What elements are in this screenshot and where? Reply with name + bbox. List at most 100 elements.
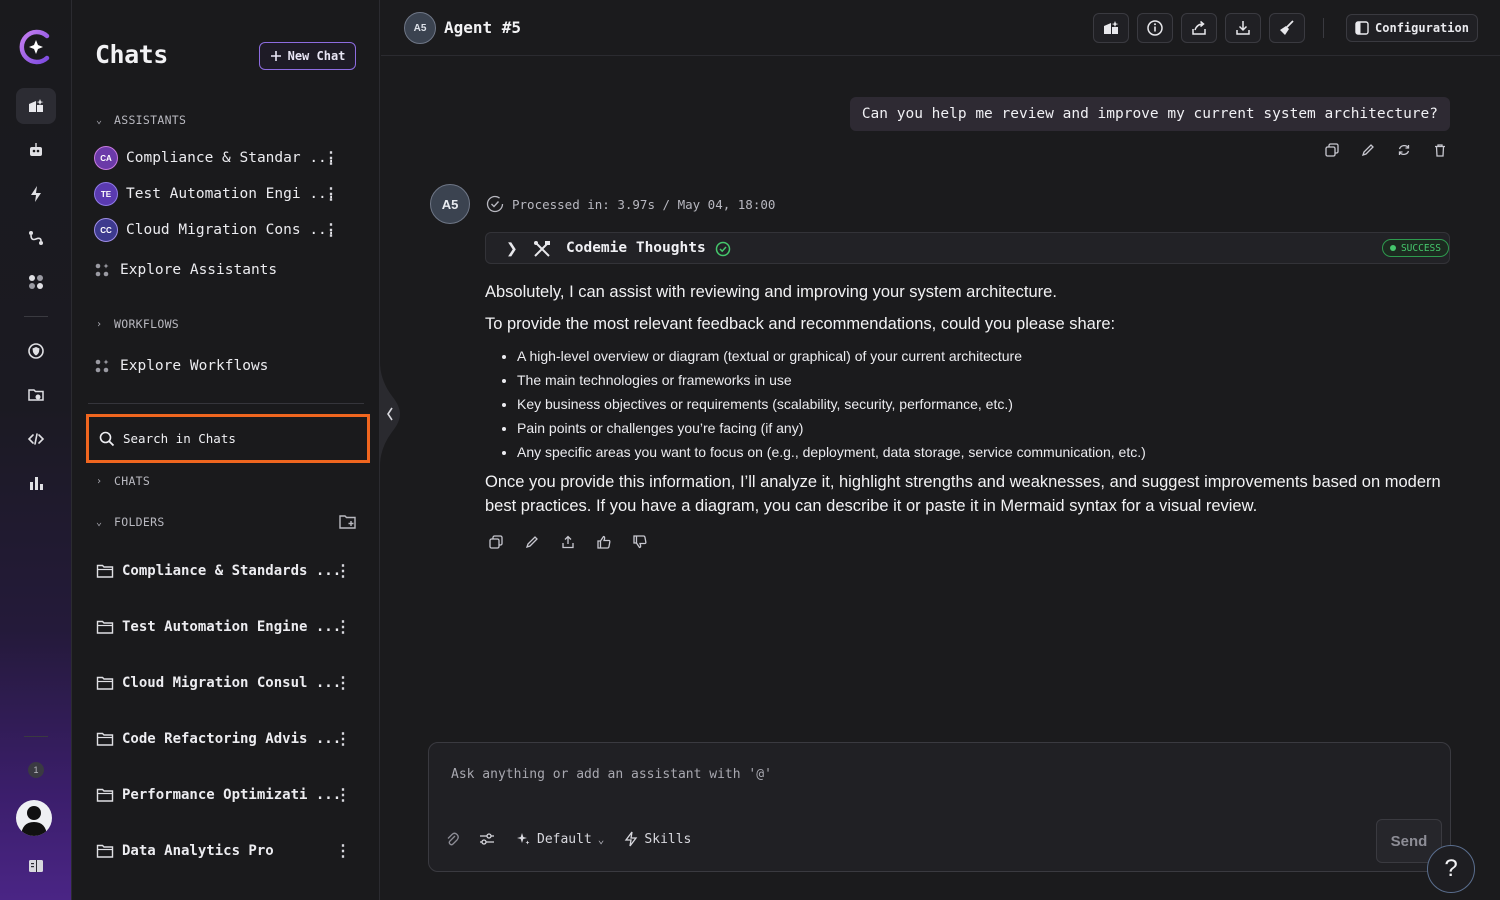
- assistant-item[interactable]: TE Test Automation Engi ... ⋮: [94, 180, 356, 208]
- docs-nav-icon[interactable]: [16, 848, 56, 884]
- attach-button[interactable]: [445, 831, 459, 847]
- export-icon[interactable]: [559, 533, 577, 551]
- reply-bullet-list: A high-level overview or diagram (textua…: [485, 344, 1450, 464]
- check-circle-icon: [486, 195, 504, 213]
- apps-grid-icon: [95, 263, 109, 277]
- thoughts-panel[interactable]: ❯ Codemie Thoughts SUCCESS: [485, 232, 1450, 264]
- workflows-nav-icon[interactable]: [16, 176, 56, 212]
- share-button[interactable]: [1181, 13, 1217, 43]
- kebab-menu-icon[interactable]: ⋮: [334, 560, 352, 582]
- copy-icon[interactable]: [1323, 141, 1341, 159]
- assistants-section-toggle[interactable]: ⌄ ASSISTANTS: [96, 113, 186, 127]
- status-dot: [1389, 245, 1396, 251]
- reply-actions: [487, 533, 649, 551]
- notification-badge[interactable]: 1: [28, 762, 44, 778]
- kebab-menu-icon[interactable]: ⋮: [334, 728, 352, 750]
- folder-name: Data Analytics Pro: [122, 843, 274, 859]
- data-sources-nav-icon[interactable]: [16, 377, 56, 413]
- configuration-button[interactable]: Configuration: [1346, 14, 1478, 42]
- assistants-nav-icon[interactable]: [16, 132, 56, 168]
- processed-info: Processed in: 3.97s / May 04, 18:00: [486, 195, 775, 213]
- user-avatar[interactable]: [16, 800, 52, 836]
- add-assistant-button[interactable]: [1093, 13, 1129, 43]
- code-nav-icon[interactable]: [16, 421, 56, 457]
- thumbs-down-icon[interactable]: [631, 533, 649, 551]
- workflows-section-toggle[interactable]: › WORKFLOWS: [96, 317, 179, 331]
- agent-name: Agent #5: [444, 18, 522, 37]
- assistant-item[interactable]: CA Compliance & Standar ... ⋮: [94, 144, 356, 172]
- kebab-menu-icon[interactable]: ⋮: [322, 147, 340, 169]
- model-selector[interactable]: Default ⌄: [515, 831, 604, 847]
- reply-paragraph: Once you provide this information, I’ll …: [485, 473, 1441, 515]
- explore-assistants-link[interactable]: Explore Assistants: [94, 262, 277, 278]
- kebab-menu-icon[interactable]: ⋮: [334, 672, 352, 694]
- assistant-name: Test Automation Engi ...: [126, 186, 336, 202]
- search-in-chats-button[interactable]: Search in Chats: [86, 414, 370, 463]
- kebab-menu-icon[interactable]: ⋮: [334, 784, 352, 806]
- folder-item[interactable]: Cloud Migration Consul ... ⋮: [96, 671, 360, 695]
- folder-icon: [96, 564, 114, 578]
- list-item: Any specific areas you want to focus on …: [517, 440, 1450, 464]
- chats-heading: CHATS: [114, 474, 151, 488]
- new-chat-button[interactable]: New Chat: [259, 42, 356, 70]
- chat-main: A5 Agent #5 Configuration Can you help m…: [381, 0, 1500, 900]
- folder-item[interactable]: Data Analytics Pro ⋮: [96, 839, 360, 863]
- folder-item[interactable]: Compliance & Standards ... ⋮: [96, 559, 360, 583]
- kebab-menu-icon[interactable]: ⋮: [322, 183, 340, 205]
- folders-heading: FOLDERS: [114, 515, 165, 529]
- assistant-name: Cloud Migration Cons ...: [126, 222, 336, 238]
- folder-item[interactable]: Test Automation Engine ... ⋮: [96, 615, 360, 639]
- folders-section-toggle[interactable]: ⌄ FOLDERS: [96, 515, 165, 529]
- message-input[interactable]: Ask anything or add an assistant with '@…: [451, 767, 772, 782]
- edit-icon[interactable]: [1359, 141, 1377, 159]
- kebab-menu-icon[interactable]: ⋮: [334, 840, 352, 862]
- regenerate-icon[interactable]: [1395, 141, 1413, 159]
- chat-header: A5 Agent #5 Configuration: [381, 0, 1500, 56]
- folder-name: Test Automation Engine ...: [122, 619, 342, 635]
- folder-icon: [96, 620, 114, 634]
- apps-nav-icon[interactable]: [16, 264, 56, 300]
- chats-sidebar: Chats New Chat ⌄ ASSISTANTS CA Complianc…: [72, 0, 380, 900]
- codemie-logo-icon[interactable]: [16, 27, 56, 67]
- chevron-down-icon: ⌄: [96, 516, 103, 528]
- new-folder-icon[interactable]: [338, 513, 358, 531]
- folder-item[interactable]: Code Refactoring Advis ... ⋮: [96, 727, 360, 751]
- agent-avatar: A5: [404, 12, 436, 44]
- skills-button[interactable]: Skills: [624, 831, 691, 847]
- help-button[interactable]: ?: [1427, 845, 1475, 893]
- message-composer[interactable]: Ask anything or add an assistant with '@…: [428, 742, 1451, 872]
- thoughts-label: Codemie Thoughts: [566, 240, 706, 256]
- download-button[interactable]: [1225, 13, 1261, 43]
- delete-icon[interactable]: [1431, 141, 1449, 159]
- bot-avatar: A5: [430, 184, 470, 224]
- kebab-menu-icon[interactable]: ⋮: [334, 616, 352, 638]
- share-icon: [1192, 20, 1206, 35]
- kebab-menu-icon[interactable]: ⋮: [322, 219, 340, 241]
- folder-item[interactable]: Performance Optimizati ... ⋮: [96, 783, 360, 807]
- clear-chat-button[interactable]: [1269, 13, 1305, 43]
- chats-section-toggle[interactable]: › CHATS: [96, 474, 150, 488]
- skills-label: Skills: [644, 831, 692, 847]
- analytics-nav-icon[interactable]: [16, 465, 56, 501]
- status-text: SUCCESS: [1400, 242, 1441, 254]
- explore-workflows-label: Explore Workflows: [120, 358, 269, 374]
- new-chat-label: New Chat: [287, 49, 346, 63]
- collapse-sidebar-handle[interactable]: [380, 362, 402, 466]
- explore-workflows-link[interactable]: Explore Workflows: [94, 358, 268, 374]
- integrations-nav-icon[interactable]: [16, 220, 56, 256]
- info-button[interactable]: [1137, 13, 1173, 43]
- info-icon: [1147, 20, 1163, 36]
- shield-nav-icon[interactable]: [16, 333, 56, 369]
- tools-icon: [534, 241, 550, 257]
- plus-icon: [270, 51, 281, 61]
- chevron-right-icon[interactable]: ❯: [506, 240, 518, 257]
- assistant-item[interactable]: CC Cloud Migration Cons ... ⋮: [94, 216, 356, 244]
- copy-icon[interactable]: [487, 533, 505, 551]
- folder-icon: [96, 788, 114, 802]
- settings-button[interactable]: [479, 831, 495, 847]
- chats-nav-icon[interactable]: [16, 88, 56, 124]
- broom-icon: [1280, 20, 1294, 35]
- thumbs-up-icon[interactable]: [595, 533, 613, 551]
- rail-divider-bottom: [24, 736, 48, 737]
- edit-icon[interactable]: [523, 533, 541, 551]
